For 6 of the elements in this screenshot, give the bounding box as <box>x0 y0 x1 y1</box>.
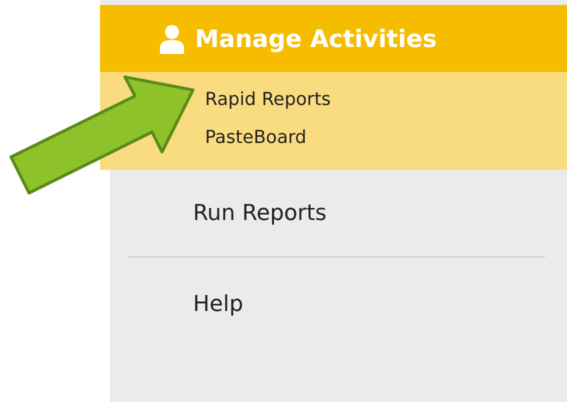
submenu-link[interactable]: PasteBoard <box>205 122 306 154</box>
submenu-link[interactable]: Rapid Reports <box>205 84 331 116</box>
menu-header-title: Manage Activities <box>195 24 437 54</box>
menu-item[interactable]: Help <box>193 288 244 320</box>
person-icon <box>160 24 184 54</box>
menu-item[interactable]: Run Reports <box>193 196 327 230</box>
